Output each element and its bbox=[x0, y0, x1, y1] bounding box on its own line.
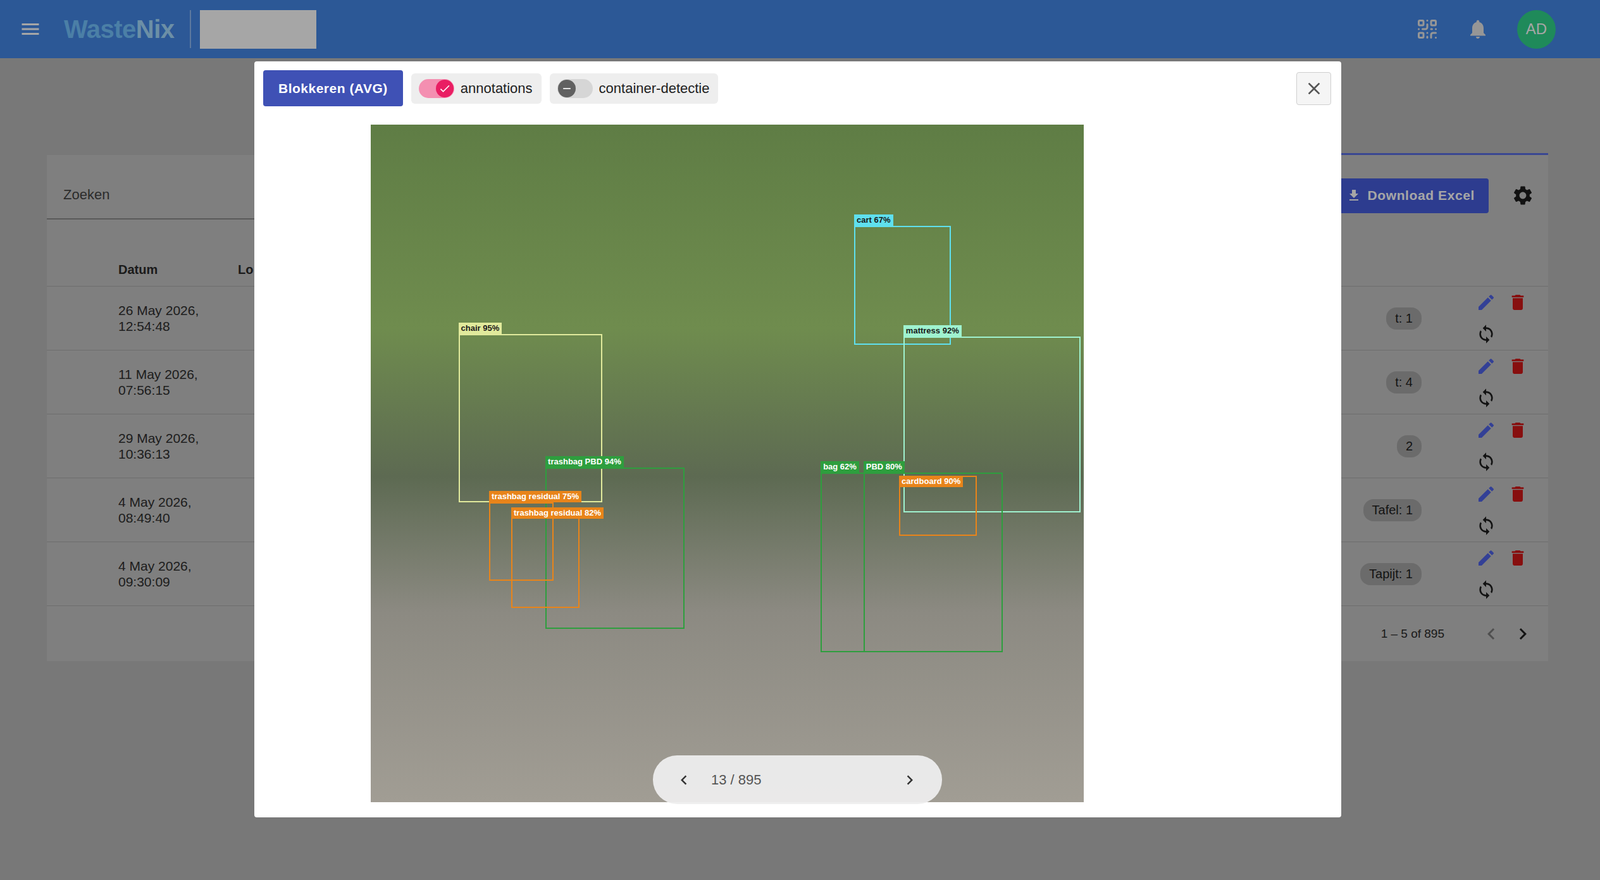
toggle-label: container-detectie bbox=[599, 80, 710, 97]
annotation-label: trashbag residual 82% bbox=[511, 507, 604, 519]
annotation-label: bag 62% bbox=[820, 461, 860, 473]
annotation-box bbox=[820, 472, 1003, 653]
image-pager: 13 / 895 bbox=[652, 755, 943, 805]
image-area: cart 67% mattress 92% chair 95% trashbag PB… bbox=[263, 124, 1332, 803]
minus-icon bbox=[560, 82, 574, 95]
annotation-label: cardboard 90% bbox=[899, 475, 963, 488]
toggle-knob bbox=[558, 79, 576, 98]
close-icon bbox=[1303, 78, 1325, 99]
annotation-label: trashbag residual 75% bbox=[489, 490, 582, 503]
annotation-box bbox=[863, 472, 1003, 653]
dialog-toolbar: Blokkeren (AVG) annotations container-dete… bbox=[263, 70, 1332, 107]
block-button[interactable]: Blokkeren (AVG) bbox=[263, 70, 404, 107]
annotation-box bbox=[511, 507, 580, 608]
next-image-button[interactable] bbox=[900, 770, 920, 790]
annotation-label: trashbag PBD 94% bbox=[545, 456, 624, 468]
toggle[interactable]: container-detectie bbox=[549, 73, 719, 104]
annotation-box bbox=[458, 334, 603, 503]
toggle-track[interactable] bbox=[418, 79, 455, 99]
image-dialog: Blokkeren (AVG) annotations container-dete… bbox=[254, 61, 1342, 818]
toggle-label: annotations bbox=[460, 80, 533, 97]
annotation-label: cart 67% bbox=[854, 214, 893, 226]
annotation-label: chair 95% bbox=[458, 322, 503, 335]
toggle-track[interactable] bbox=[557, 79, 593, 99]
toggle-knob bbox=[435, 79, 454, 98]
pager-position: 13 / 895 bbox=[711, 771, 762, 789]
annotation-label: mattress 92% bbox=[903, 325, 962, 337]
close-button[interactable] bbox=[1296, 72, 1332, 106]
chevron-right-icon bbox=[900, 770, 920, 790]
photo: cart 67% mattress 92% chair 95% trashbag PB… bbox=[370, 124, 1084, 803]
screen: WasteNixADZoekenDownload ExcelDatumLo26 … bbox=[0, 0, 1600, 880]
check-icon bbox=[438, 82, 452, 95]
chevron-left-icon[interactable] bbox=[674, 770, 694, 790]
annotation-label: PBD 80% bbox=[863, 461, 905, 473]
toggle[interactable]: annotations bbox=[411, 73, 542, 104]
